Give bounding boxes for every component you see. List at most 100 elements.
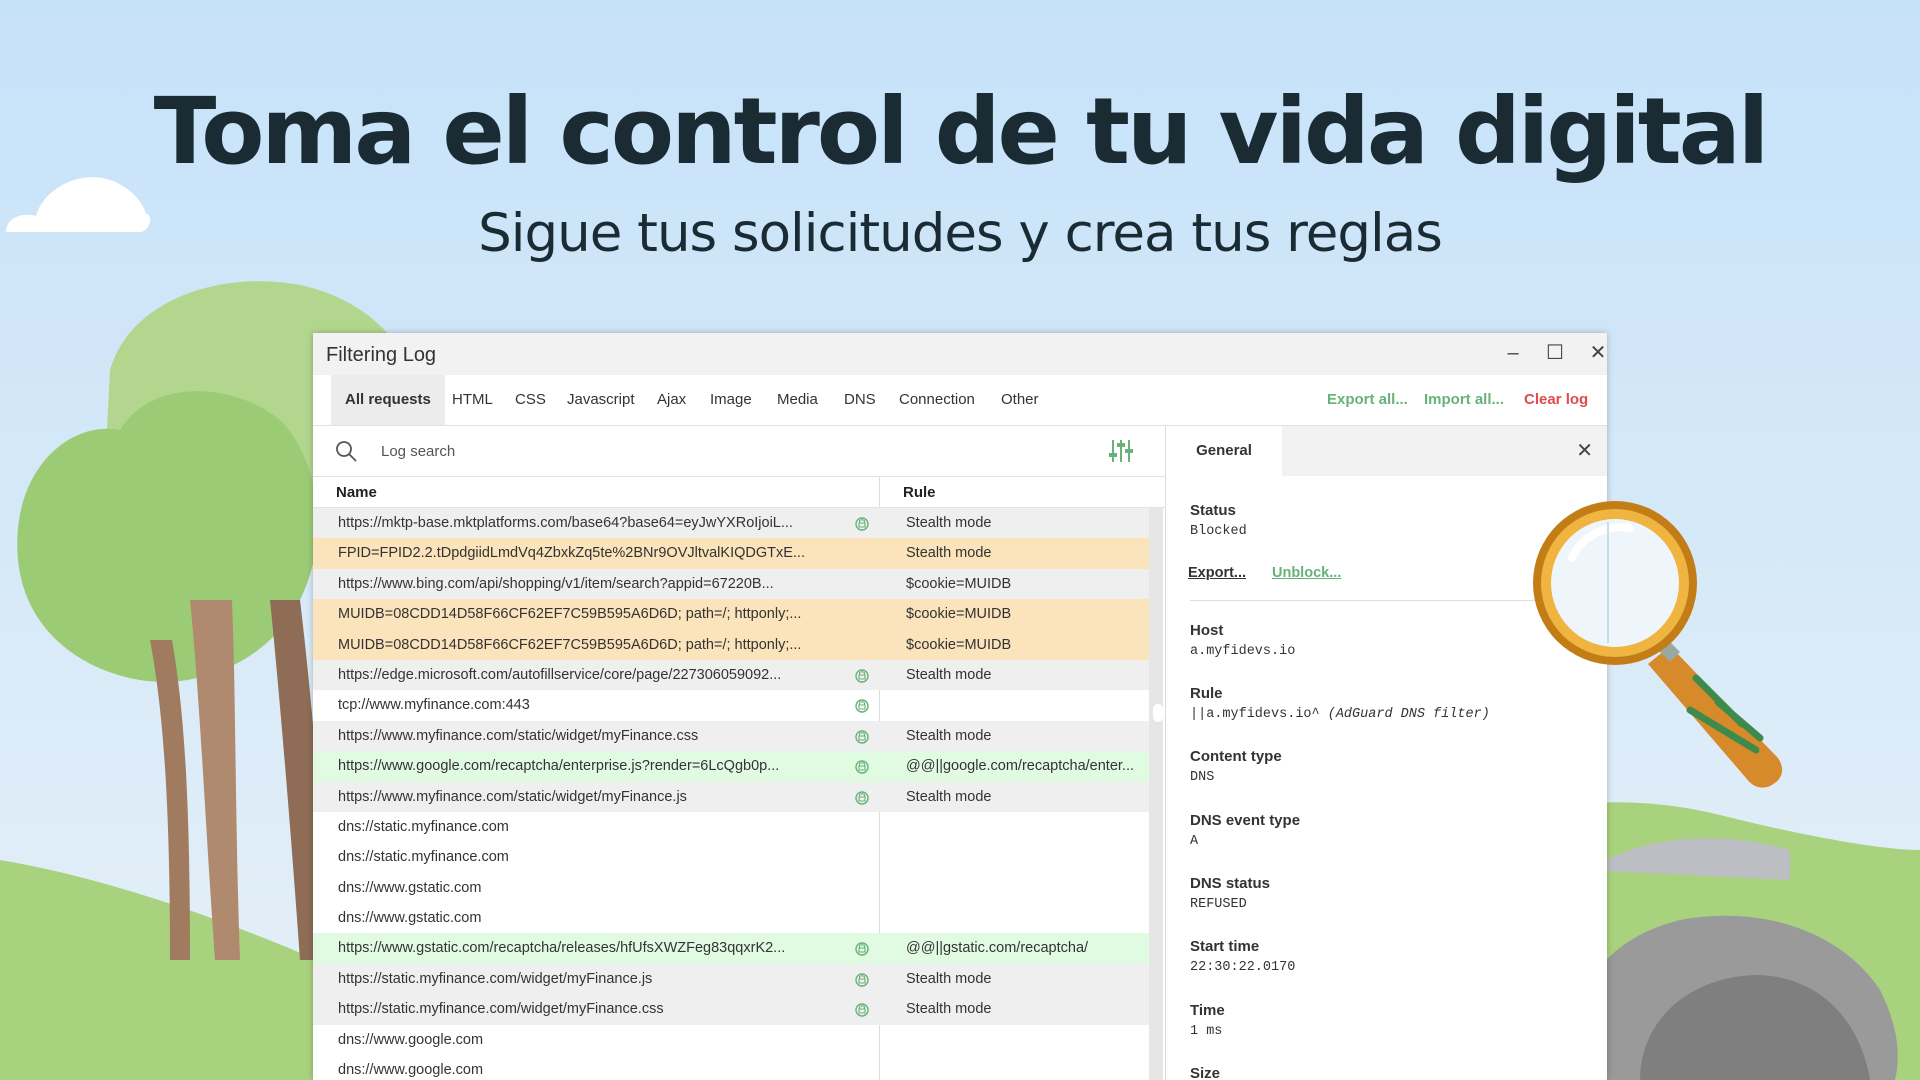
table-row[interactable]: dns://www.gstatic.com <box>313 873 1149 903</box>
lock-icon <box>855 699 869 714</box>
tab-all-requests[interactable]: All requests <box>331 375 445 425</box>
row-name: dns://www.gstatic.com <box>338 910 482 927</box>
dns-event-type-property: DNS event type A <box>1190 812 1300 849</box>
log-search-input[interactable] <box>381 440 781 462</box>
export-link[interactable]: Export... <box>1188 565 1246 581</box>
hero-title: Toma el control de tu vida digital <box>153 78 1770 185</box>
tab-general[interactable]: General <box>1166 426 1282 476</box>
start-time-property: Start time 22:30:22.0170 <box>1190 938 1295 975</box>
lock-icon <box>855 730 869 744</box>
rule-property: Rule ||a.myfidevs.io^ (AdGuard DNS filte… <box>1190 685 1490 722</box>
row-name: https://static.myfinance.com/widget/myFi… <box>338 970 653 987</box>
row-name: FPID=FPID2.2.tDpdgiidLmdVq4ZbxkZq5te%2BN… <box>338 545 805 562</box>
maximize-button[interactable]: ☐ <box>1537 339 1573 367</box>
tab-connection[interactable]: Connection <box>885 375 989 425</box>
row-rule: @@||gstatic.com/recaptcha/ <box>906 940 1089 957</box>
status-property: Status Blocked <box>1190 502 1247 539</box>
table-row[interactable]: https://www.myfinance.com/static/widget/… <box>313 781 1149 812</box>
row-name: dns://www.gstatic.com <box>338 879 482 896</box>
row-name: dns://www.google.com <box>338 1031 484 1048</box>
window-titlebar: Filtering Log – ☐ ✕ <box>313 333 1607 375</box>
tab-html[interactable]: HTML <box>438 375 507 425</box>
tab-javascript[interactable]: Javascript <box>553 375 649 425</box>
column-header-rule[interactable]: Rule <box>903 484 936 501</box>
table-row[interactable]: https://www.gstatic.com/recaptcha/releas… <box>313 933 1149 964</box>
start-time-label: Start time <box>1190 938 1260 955</box>
start-time-value: 22:30:22.0170 <box>1190 960 1296 975</box>
log-column-headers: Name Rule <box>313 477 1165 508</box>
log-scrollbar-thumb[interactable] <box>1153 704 1163 722</box>
close-details-button[interactable]: ✕ <box>1576 438 1593 463</box>
dns-status-property: DNS status REFUSED <box>1190 875 1270 912</box>
dns-event-type-value: A <box>1190 834 1199 849</box>
table-row[interactable]: FPID=FPID2.2.tDpdgiidLmdVq4ZbxkZq5te%2BN… <box>313 538 1149 569</box>
row-name: dns://static.myfinance.com <box>338 849 509 866</box>
log-scrollbar[interactable] <box>1149 508 1163 1080</box>
table-row[interactable]: https://mktp-base.mktplatforms.com/base6… <box>313 508 1149 539</box>
row-name: https://www.myfinance.com/static/widget/… <box>338 727 699 744</box>
row-name: https://www.bing.com/api/shopping/v1/ite… <box>338 575 774 592</box>
tab-media[interactable]: Media <box>763 375 832 425</box>
table-row[interactable]: dns://static.myfinance.com <box>313 842 1149 872</box>
tab-image[interactable]: Image <box>696 375 766 425</box>
status-label: Status <box>1190 502 1236 519</box>
host-label: Host <box>1190 622 1224 639</box>
row-rule: $cookie=MUIDB <box>906 575 1012 592</box>
row-rule: @@||google.com/recaptcha/enter... <box>906 758 1135 775</box>
minimize-button[interactable]: – <box>1495 339 1531 367</box>
time-property: Time 1 ms <box>1190 1002 1225 1039</box>
lock-icon <box>855 760 869 774</box>
row-name: dns://www.google.com <box>338 1062 484 1079</box>
tab-other[interactable]: Other <box>987 375 1053 425</box>
filtering-log-window: Filtering Log – ☐ ✕ All requests HTML CS… <box>313 333 1607 1080</box>
status-value: Blocked <box>1190 524 1247 539</box>
dns-event-type-label: DNS event type <box>1190 812 1301 829</box>
tab-dns[interactable]: DNS <box>830 375 890 425</box>
clear-log-button[interactable]: Clear log <box>1524 375 1588 425</box>
table-row[interactable]: https://static.myfinance.com/widget/myFi… <box>313 994 1149 1025</box>
import-all-button[interactable]: Import all... <box>1424 375 1504 425</box>
row-name: dns://static.myfinance.com <box>338 818 509 835</box>
table-row[interactable]: https://static.myfinance.com/widget/myFi… <box>313 963 1149 995</box>
row-rule: Stealth mode <box>906 1001 992 1018</box>
table-row[interactable]: dns://www.google.com <box>313 1055 1149 1080</box>
row-name: https://edge.microsoft.com/autofillservi… <box>338 666 782 683</box>
lock-icon <box>855 790 869 805</box>
table-row[interactable]: MUIDB=08CDD14D58F66CF62EF7C59B595A6D6D; … <box>313 599 1149 630</box>
host-property: Host a.myfidevs.io <box>1190 622 1295 659</box>
row-name: https://mktp-base.mktplatforms.com/base6… <box>338 515 793 531</box>
lock-icon <box>855 1003 869 1017</box>
content-type-property: Content type DNS <box>1190 748 1282 785</box>
dns-status-value: REFUSED <box>1190 897 1247 912</box>
table-row[interactable]: https://www.google.com/recaptcha/enterpr… <box>313 751 1149 782</box>
unblock-link[interactable]: Unblock... <box>1272 565 1341 581</box>
row-rule: Stealth mode <box>906 515 992 531</box>
tab-ajax[interactable]: Ajax <box>643 375 700 425</box>
row-name: MUIDB=08CDD14D58F66CF62EF7C59B595A6D6D; … <box>338 606 802 623</box>
tab-css[interactable]: CSS <box>501 375 560 425</box>
time-value: 1 ms <box>1190 1024 1223 1039</box>
table-row[interactable]: https://edge.microsoft.com/autofillservi… <box>313 659 1149 691</box>
request-type-tabs: All requests HTML CSS Javascript Ajax Im… <box>313 375 1607 426</box>
row-rule: Stealth mode <box>906 545 992 562</box>
filter-settings-icon[interactable] <box>1108 438 1134 464</box>
table-row[interactable]: tcp://www.myfinance.com:443 <box>313 690 1149 720</box>
lock-icon <box>855 973 869 987</box>
lock-icon <box>855 942 869 957</box>
table-row[interactable]: dns://www.google.com <box>313 1025 1149 1055</box>
export-all-button[interactable]: Export all... <box>1327 375 1408 425</box>
size-property: Size <box>1190 1065 1220 1080</box>
size-label: Size <box>1190 1065 1221 1080</box>
table-row[interactable]: dns://www.gstatic.com <box>313 903 1149 933</box>
row-name: MUIDB=08CDD14D58F66CF62EF7C59B595A6D6D; … <box>338 636 802 653</box>
log-rows: https://mktp-base.mktplatforms.com/base6… <box>313 508 1149 1080</box>
table-row[interactable]: https://www.myfinance.com/static/widget/… <box>313 720 1149 752</box>
column-header-name[interactable]: Name <box>336 484 377 501</box>
search-icon <box>336 441 357 462</box>
table-row[interactable]: dns://static.myfinance.com <box>313 812 1149 842</box>
magnifying-glass-illustration <box>1533 501 1783 788</box>
row-name: https://www.myfinance.com/static/widget/… <box>338 788 687 805</box>
table-row[interactable]: MUIDB=08CDD14D58F66CF62EF7C59B595A6D6D; … <box>313 629 1149 660</box>
close-window-button[interactable]: ✕ <box>1580 339 1607 367</box>
table-row[interactable]: https://www.bing.com/api/shopping/v1/ite… <box>313 568 1149 600</box>
